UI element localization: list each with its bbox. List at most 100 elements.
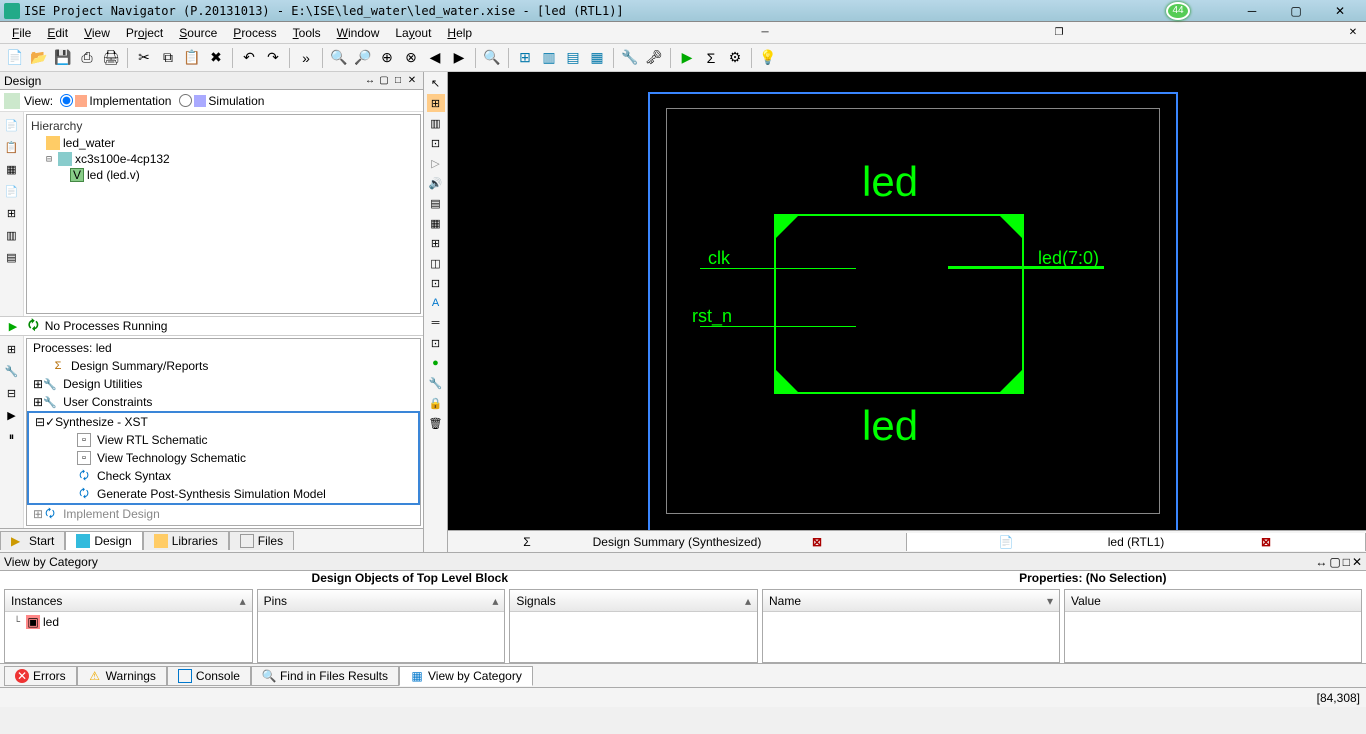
col-signals[interactable]: Signals▴ <box>509 589 758 663</box>
compass-icon[interactable]: ⚙ <box>724 47 746 69</box>
tree-module-led[interactable]: V led (led.v) <box>31 167 416 183</box>
sort-icon[interactable]: ▾ <box>1047 594 1053 608</box>
sch-sound-icon[interactable]: 🔊 <box>427 174 445 192</box>
sch-tb-8[interactable]: ▦ <box>427 214 445 232</box>
run-icon[interactable]: ▶ <box>676 47 698 69</box>
p-tb-2[interactable]: 🔧 <box>3 362 21 380</box>
tab-close-icon[interactable]: ⊠ <box>812 535 822 549</box>
find-icon[interactable]: 🔍 <box>481 47 503 69</box>
sort-icon[interactable]: ▴ <box>240 594 246 608</box>
p-tb-3[interactable]: ⊟ <box>3 384 21 402</box>
run-green-icon[interactable]: ▶ <box>4 317 22 335</box>
menu-help[interactable]: Help <box>439 24 480 42</box>
more-icon[interactable]: » <box>295 47 317 69</box>
sch-tb-16[interactable]: 🔧 <box>427 374 445 392</box>
proc-constraints[interactable]: ⊞🔧User Constraints <box>27 393 420 411</box>
sch-tb-17[interactable]: 🔒 <box>427 394 445 412</box>
tab-start[interactable]: ▶Start <box>0 531 65 550</box>
h-tb-2[interactable]: 📋 <box>3 138 21 156</box>
bp-max-icon[interactable]: □ <box>1343 555 1350 569</box>
save-icon[interactable]: 💾 <box>52 47 74 69</box>
tab-view-category[interactable]: ▦View by Category <box>399 666 533 686</box>
radio-simulation[interactable]: Simulation <box>179 94 264 108</box>
hierarchy-tree[interactable]: Hierarchy led_water ⊟ xc3s100e-4cp132 V … <box>26 114 421 314</box>
sort-icon[interactable]: ▴ <box>492 594 498 608</box>
menu-layout[interactable]: Layout <box>387 24 439 42</box>
bp-close-icon[interactable]: ✕ <box>1352 555 1362 569</box>
zoom-out-icon[interactable]: 🔎 <box>352 47 374 69</box>
proc-implement[interactable]: ⊞🗘Implement Design <box>27 505 420 523</box>
menu-tools[interactable]: Tools <box>285 24 329 42</box>
new-icon[interactable]: 📄 <box>4 47 26 69</box>
zoom-in-icon[interactable]: 🔍 <box>328 47 350 69</box>
sort-icon[interactable]: ▴ <box>745 594 751 608</box>
proc-utilities[interactable]: ⊞🔧Design Utilities <box>27 375 420 393</box>
sch-go-icon[interactable]: ● <box>427 354 445 372</box>
radio-implementation[interactable]: Implementation <box>60 94 171 108</box>
tab-console[interactable]: Console <box>167 666 251 686</box>
h-tb-1[interactable]: 📄 <box>3 116 21 134</box>
col-name[interactable]: Name▾ <box>762 589 1060 663</box>
bp-arrows-icon[interactable]: ↔ <box>1315 555 1327 569</box>
zoom-area-icon[interactable]: ⊗ <box>400 47 422 69</box>
col-pins[interactable]: Pins▴ <box>257 589 506 663</box>
proc-view-rtl[interactable]: ▫View RTL Schematic <box>29 431 418 449</box>
sch-tb-11[interactable]: ⊡ <box>427 274 445 292</box>
maximize-button[interactable]: ▢ <box>1274 1 1318 21</box>
key-icon[interactable]: 🗝 <box>643 47 665 69</box>
tab-close-icon[interactable]: ⊠ <box>1261 535 1271 549</box>
tab-find-results[interactable]: 🔍Find in Files Results <box>251 666 399 686</box>
tab-warnings[interactable]: ⚠Warnings <box>77 666 167 686</box>
doc-close-button[interactable]: ✕ <box>1344 25 1362 41</box>
schematic-canvas[interactable]: led clk rst_n led(7:0) led <box>448 72 1366 530</box>
h-tb-6[interactable]: ▥ <box>3 226 21 244</box>
proc-view-tech[interactable]: ▫View Technology Schematic <box>29 449 418 467</box>
notification-badge[interactable]: 44 <box>1166 2 1190 20</box>
tab-errors[interactable]: ✕Errors <box>4 666 77 686</box>
tab-design-summary[interactable]: Σ Design Summary (Synthesized) ⊠ <box>448 533 907 551</box>
save-all-icon[interactable]: ⎙ <box>76 47 98 69</box>
h-tb-3[interactable]: ▦ <box>3 160 21 178</box>
tab-files[interactable]: Files <box>229 531 294 550</box>
proc-synthesize[interactable]: ⊟✓Synthesize - XST <box>27 411 420 431</box>
doc-minimize-button[interactable]: ─ <box>756 25 774 41</box>
tab-led-rtl[interactable]: 📄 led (RTL1) ⊠ <box>907 533 1366 551</box>
menu-edit[interactable]: Edit <box>39 24 76 42</box>
open-icon[interactable]: 📂 <box>28 47 50 69</box>
sch-tb-10[interactable]: ◫ <box>427 254 445 272</box>
sch-cursor-icon[interactable]: ↖ <box>427 74 445 92</box>
cut-icon[interactable]: ✂ <box>133 47 155 69</box>
sch-tb-9[interactable]: ⊞ <box>427 234 445 252</box>
p-tb-5[interactable]: ⏸ <box>3 428 21 446</box>
menu-window[interactable]: Window <box>329 24 388 42</box>
bulb-icon[interactable]: 💡 <box>757 47 779 69</box>
menu-source[interactable]: Source <box>171 24 225 42</box>
tree-device[interactable]: ⊟ xc3s100e-4cp132 <box>31 151 416 167</box>
print-icon[interactable]: 🖨 <box>100 47 122 69</box>
close-button[interactable]: ✕ <box>1318 1 1362 21</box>
proc-check-syntax[interactable]: 🗘Check Syntax <box>29 467 418 485</box>
sigma-icon[interactable]: Σ <box>700 47 722 69</box>
sch-trash-icon[interactable]: 🗑 <box>427 414 445 432</box>
tree-project[interactable]: led_water <box>31 135 416 151</box>
panel-max-icon[interactable]: □ <box>391 74 405 88</box>
tab-libraries[interactable]: Libraries <box>143 531 229 550</box>
panel-arrows-icon[interactable]: ↔ <box>363 74 377 88</box>
proc-gen-post[interactable]: 🗘Generate Post-Synthesis Simulation Mode… <box>29 485 418 503</box>
doc-restore-button[interactable]: ❐ <box>1050 25 1068 41</box>
h-tb-5[interactable]: ⊞ <box>3 204 21 222</box>
zoom-fit-icon[interactable]: ⊕ <box>376 47 398 69</box>
minimize-button[interactable]: ─ <box>1230 1 1274 21</box>
redo-icon[interactable]: ↷ <box>262 47 284 69</box>
sch-tb-14[interactable]: ⊡ <box>427 334 445 352</box>
delete-icon[interactable]: ✖ <box>205 47 227 69</box>
processes-list[interactable]: Processes: led ΣDesign Summary/Reports ⊞… <box>26 338 421 526</box>
collapse-icon[interactable]: ⊟ <box>43 154 55 165</box>
h-tb-7[interactable]: ▤ <box>3 248 21 266</box>
menu-process[interactable]: Process <box>225 24 284 42</box>
undo-icon[interactable]: ↶ <box>238 47 260 69</box>
sch-tb-3[interactable]: ▥ <box>427 114 445 132</box>
tab-design[interactable]: Design <box>65 531 142 550</box>
rtl-block-led[interactable] <box>774 214 1024 394</box>
sch-tb-2[interactable]: ⊞ <box>427 94 445 112</box>
